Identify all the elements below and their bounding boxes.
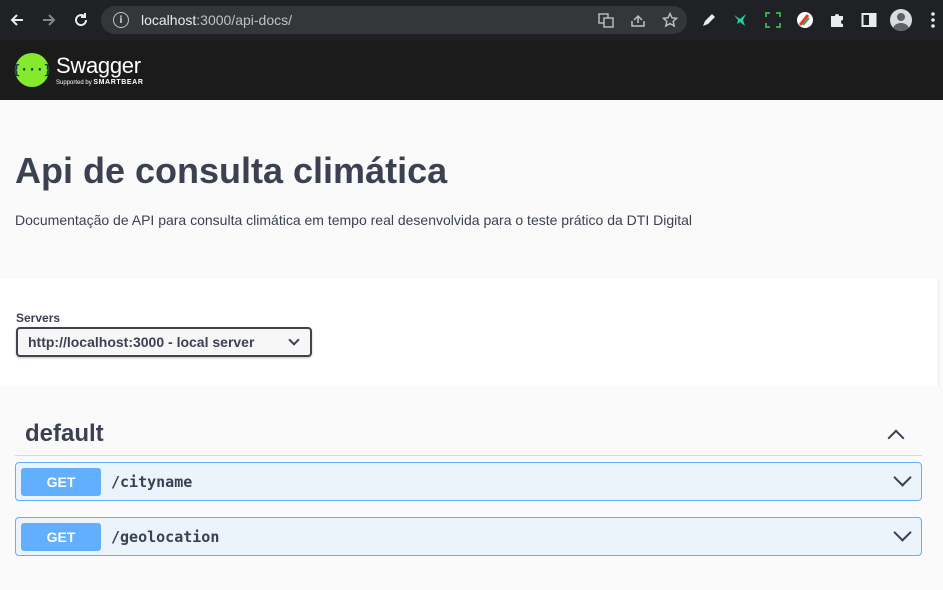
- reload-icon: [75, 13, 88, 27]
- chevron-up-icon[interactable]: [887, 429, 905, 446]
- operations-section: default GET /cityname GET /geolocation: [0, 386, 943, 556]
- tag-name: default: [25, 419, 104, 447]
- pen-extension-icon[interactable]: [698, 9, 720, 31]
- translate-icon[interactable]: [597, 11, 615, 29]
- server-selected-value: http://localhost:3000 - local server: [28, 334, 255, 350]
- brand-name: Swagger: [56, 53, 141, 78]
- menu-kebab-icon[interactable]: [922, 9, 943, 31]
- page-title: Api de consulta climática: [15, 150, 448, 191]
- profile-avatar-icon[interactable]: [890, 9, 912, 31]
- supported-by: Supported by SMARTBEAR: [56, 79, 144, 86]
- tag-header-default[interactable]: default: [15, 412, 922, 456]
- arrow-right-icon: [43, 14, 56, 26]
- swagger-logo-icon[interactable]: {···}: [12, 53, 52, 87]
- site-info-icon[interactable]: i: [113, 12, 129, 28]
- operation-path: /geolocation: [111, 527, 220, 546]
- swagger-topbar: {···} Swagger Supported by SMARTBEAR: [0, 40, 943, 100]
- servers-label: Servers: [16, 311, 61, 325]
- back-button[interactable]: [1, 0, 33, 40]
- puzzle-extensions-icon[interactable]: [826, 9, 848, 31]
- opblock-get-cityname[interactable]: GET /cityname: [15, 462, 922, 501]
- chevron-down-icon: [288, 334, 300, 346]
- reload-button[interactable]: [65, 0, 97, 40]
- hummingbird-extension-icon[interactable]: [730, 9, 752, 31]
- color-extension-icon[interactable]: [794, 9, 816, 31]
- url-path: :3000/api-docs/: [196, 12, 292, 28]
- chevron-down-icon[interactable]: [893, 523, 912, 542]
- method-badge: GET: [21, 467, 101, 496]
- chevron-down-icon[interactable]: [893, 468, 912, 487]
- api-description: Documentação de API para consulta climát…: [15, 212, 693, 228]
- method-badge: GET: [21, 522, 101, 551]
- servers-section: Servers http://localhost:3000 - local se…: [0, 278, 938, 386]
- arrow-left-icon: [10, 14, 23, 26]
- operation-path: /cityname: [111, 472, 193, 491]
- screenshot-extension-icon[interactable]: [762, 9, 784, 31]
- address-bar[interactable]: i localhost:3000/api-docs/: [101, 6, 687, 34]
- share-icon[interactable]: [629, 11, 647, 29]
- forward-button[interactable]: [33, 0, 65, 40]
- api-info: Api de consulta climática Documentação d…: [0, 100, 943, 278]
- url-text[interactable]: localhost:3000/api-docs/: [141, 12, 292, 28]
- bookmark-star-icon[interactable]: [661, 11, 679, 29]
- opblock-get-geolocation[interactable]: GET /geolocation: [15, 517, 922, 556]
- side-panel-icon[interactable]: [858, 9, 880, 31]
- browser-toolbar: i localhost:3000/api-docs/: [0, 0, 943, 40]
- url-host: localhost: [141, 12, 197, 28]
- swagger-brand[interactable]: Swagger Supported by SMARTBEAR: [56, 53, 144, 87]
- server-select[interactable]: http://localhost:3000 - local server: [16, 327, 312, 357]
